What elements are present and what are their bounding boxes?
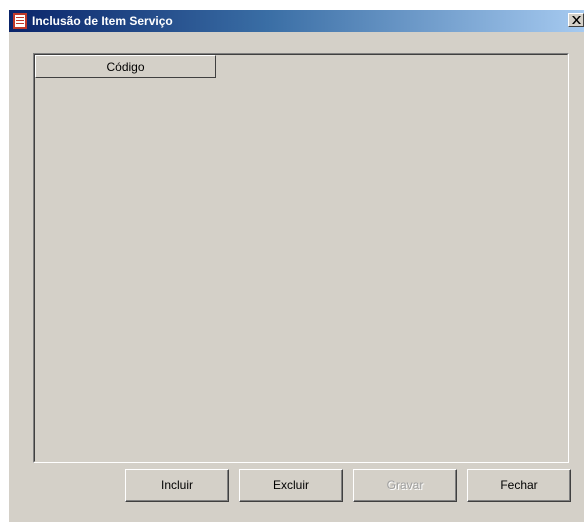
fechar-button[interactable]: Fechar [467,469,571,502]
title-bar[interactable]: Inclusão de Item Serviço [9,10,584,32]
grid-body[interactable]: Código [34,54,568,462]
close-button[interactable] [568,13,584,27]
dialog-window: Inclusão de Item Serviço Código Incluir … [9,10,584,522]
items-grid[interactable]: Código [33,53,569,463]
gravar-button[interactable]: Gravar [353,469,457,502]
excluir-button[interactable]: Excluir [239,469,343,502]
document-icon [12,13,28,29]
window-title: Inclusão de Item Serviço [32,14,173,28]
column-header-codigo[interactable]: Código [35,55,216,78]
incluir-button[interactable]: Incluir [125,469,229,502]
